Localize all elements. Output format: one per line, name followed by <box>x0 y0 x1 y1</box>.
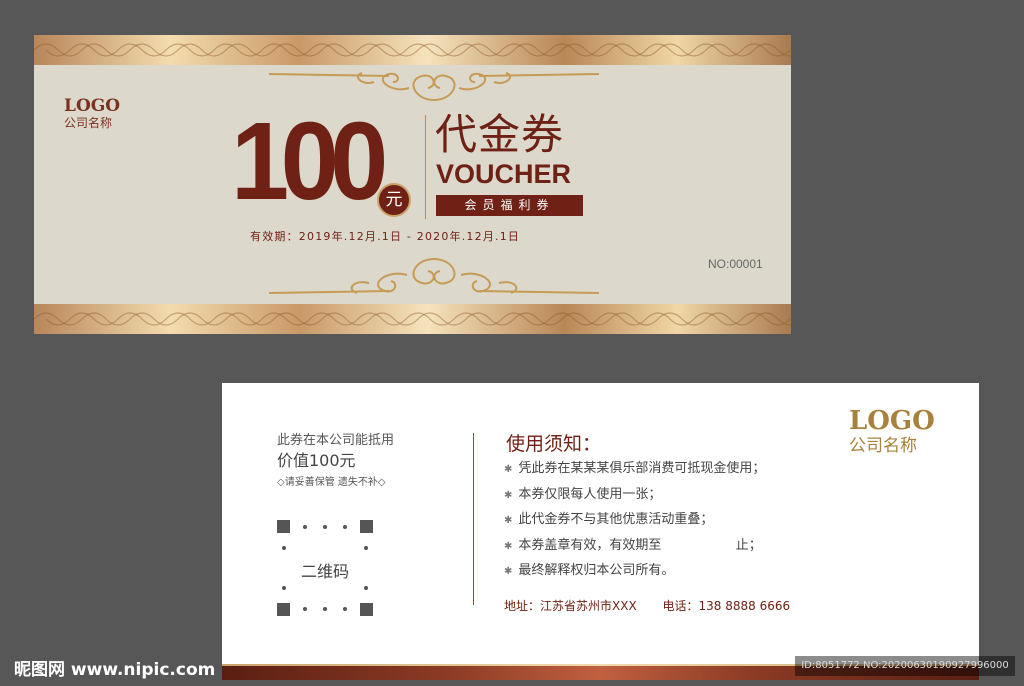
list-item: ✱ 最终解释权归本公司所有。 <box>504 563 675 578</box>
voucher-amount: 100 <box>231 100 388 223</box>
voucher-title-en: VOUCHER <box>436 159 572 189</box>
qr-code-placeholder: 二维码 <box>277 520 373 616</box>
star-icon: ✱ <box>504 515 513 526</box>
voucher-back: 此券在本公司能抵用 价值100元 ◇请妥善保管 遗失不补◇ 二维码 使用须知： … <box>222 383 979 680</box>
worth-line-2: 价值100元 <box>277 451 356 470</box>
worth-line-1: 此券在本公司能抵用 <box>277 433 395 448</box>
bottom-scroll-ornament <box>269 258 599 294</box>
star-icon: ✱ <box>504 464 513 475</box>
star-icon: ✱ <box>504 489 513 501</box>
phone: 电话：138 8888 6666 <box>662 599 791 613</box>
list-item: ✱ 此代金券不与其他优惠活动重叠； <box>504 512 714 527</box>
serial-number: NO:00001 <box>708 257 763 271</box>
watermark-id: ID:8051772 NO:20200630190927996000 <box>795 656 1015 676</box>
front-logo: LOGO 公司名称 <box>64 97 120 131</box>
list-item: ✱ 凭此券在某某某俱乐部消费可抵现金使用； <box>504 461 766 476</box>
address: 地址：江苏省苏州市XXX <box>504 599 637 613</box>
usage-notice-list: ✱ 凭此券在某某某俱乐部消费可抵现金使用； ✱ 本券仅限每人使用一张； ✱ 此代金券不… <box>504 457 765 585</box>
member-benefit-label: 会员福利券 <box>436 195 583 216</box>
list-item: ✱ 本券盖章有效，有效期至 止； <box>504 537 762 553</box>
voucher-title-cn: 代金券 <box>435 110 565 159</box>
company-name: 公司名称 <box>849 436 917 456</box>
star-icon: ✱ <box>504 566 513 577</box>
title-divider <box>425 115 426 219</box>
logo-text: LOGO <box>849 406 935 436</box>
currency-badge: 元 <box>377 183 411 217</box>
back-divider <box>473 433 474 605</box>
logo-text: LOGO <box>64 96 121 116</box>
contact-info: 地址：江苏省苏州市XXX 电话：138 8888 6666 <box>504 597 812 614</box>
gold-pattern-band-bottom <box>34 304 791 334</box>
voucher-front: LOGO 公司名称 100 元 代金券 VOUCHER 会员福利券 有效期：20… <box>34 35 791 334</box>
back-logo: LOGO 公司名称 <box>849 407 935 457</box>
watermark-site: 昵图网 www.nipic.com <box>14 660 216 680</box>
qr-label: 二维码 <box>300 562 349 581</box>
usage-notice-title: 使用须知： <box>506 433 602 455</box>
gold-pattern-band-top <box>34 35 791 65</box>
list-item: ✱ 本券仅限每人使用一张； <box>504 486 662 502</box>
company-name: 公司名称 <box>64 116 113 130</box>
star-icon: ✱ <box>504 540 513 552</box>
keep-note: ◇请妥善保管 遗失不补◇ <box>277 477 386 488</box>
validity-period: 有效期：2019年.12月.1日 - 2020年.12月.1日 <box>250 230 521 243</box>
